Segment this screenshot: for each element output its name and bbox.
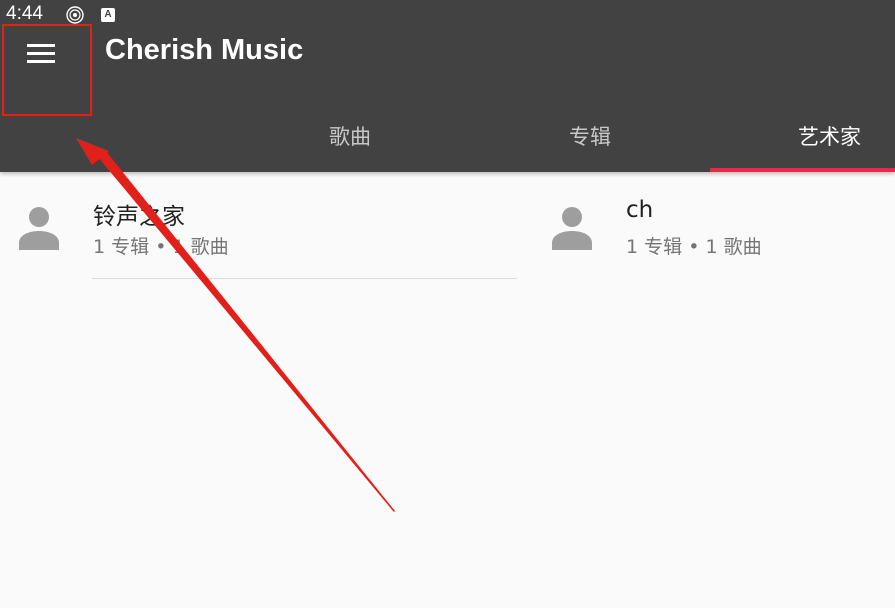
artist-name: ch: [626, 197, 654, 223]
artist-name: 铃声之家: [93, 204, 185, 230]
artist-meta: 1 专辑 • 1 歌曲: [626, 232, 762, 259]
meta-separator: •: [688, 236, 700, 258]
artist-song-count: 1 歌曲: [172, 236, 229, 258]
artist-item[interactable]: 铃声之家 1 专辑 • 1 歌曲: [0, 186, 532, 279]
artist-meta: 1 专辑 • 1 歌曲: [93, 232, 229, 259]
hamburger-menu-icon[interactable]: [26, 42, 56, 66]
app-title: Cherish Music: [105, 34, 304, 66]
disc-icon: [66, 6, 84, 24]
artist-album-count: 1 专辑: [626, 236, 683, 258]
artist-album-count: 1 专辑: [93, 236, 150, 258]
tab-songs[interactable]: 歌曲: [230, 104, 470, 172]
meta-separator: •: [155, 236, 167, 258]
screen: 4:44 A Cherish Music 歌曲 专辑 艺术家 铃声之家 1 专辑…: [0, 0, 895, 608]
divider: [92, 278, 517, 279]
person-icon: [19, 207, 59, 250]
artist-item[interactable]: ch 1 专辑 • 1 歌曲: [532, 186, 895, 278]
artist-list: 铃声之家 1 专辑 • 1 歌曲 ch 1 专辑 • 1 歌曲: [0, 172, 895, 608]
status-bar: 4:44 A: [0, 0, 895, 30]
status-time: 4:44: [6, 3, 43, 24]
app-bar: 4:44 A Cherish Music 歌曲 专辑 艺术家: [0, 0, 895, 172]
keyboard-a-icon: A: [101, 8, 115, 22]
tab-albums[interactable]: 专辑: [470, 104, 710, 172]
person-icon: [552, 207, 592, 250]
artist-song-count: 1 歌曲: [705, 236, 762, 258]
menu-button[interactable]: [2, 24, 92, 116]
tab-bar: 歌曲 专辑 艺术家: [230, 104, 895, 172]
tab-artists[interactable]: 艺术家: [710, 104, 895, 172]
